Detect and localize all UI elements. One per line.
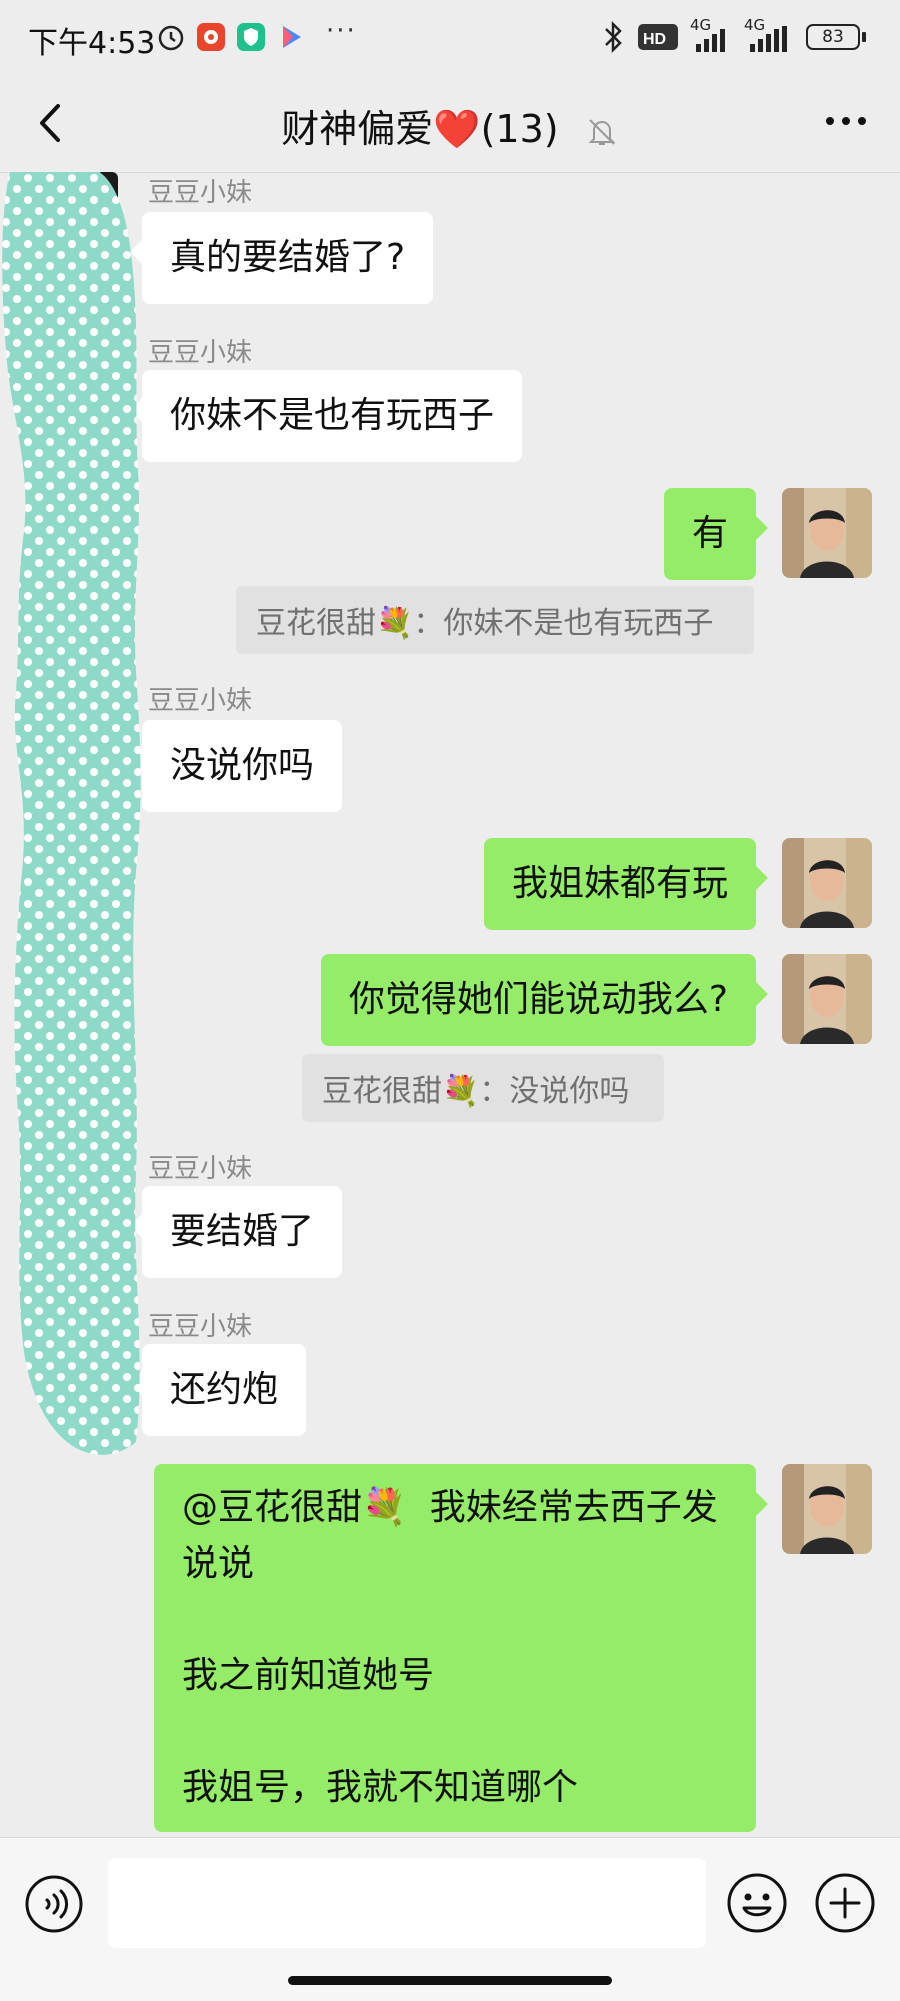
quoted-message[interactable]: 豆花很甜💐：你妹不是也有玩西子 (236, 586, 754, 654)
voice-icon[interactable] (24, 1874, 84, 1934)
chat-title-text: 财神偏爱❤️(13) (281, 107, 559, 151)
plus-icon[interactable] (814, 1872, 876, 1934)
sender-name: 豆豆小妹 (148, 686, 253, 716)
message-input[interactable] (108, 1858, 706, 1948)
battery-tip (862, 32, 866, 42)
status-time: 下午4:53 (28, 26, 156, 61)
sender-name: 豆豆小妹 (148, 338, 253, 368)
user-avatar-image (782, 954, 872, 1044)
bell-off-icon (588, 118, 616, 145)
message-bubble[interactable]: 没说你吗 (129, 720, 343, 812)
bluetooth-icon (605, 20, 622, 54)
message-bubble-outgoing[interactable]: @豆花很甜💐 我妹经常去西子发说说 我之前知道她号 我姐号，我就不知道哪个 (154, 1464, 768, 1832)
user-avatar-image (782, 838, 872, 928)
message-bubble[interactable]: 你妹不是也有玩西子 (129, 370, 523, 462)
redaction-overlay (2, 172, 141, 1455)
user-avatar-image (782, 1464, 872, 1554)
signal-icon-2 (750, 26, 787, 52)
more-notifications-icon: ··· (326, 16, 357, 46)
message-bubble[interactable]: 真的要结婚了? (129, 212, 434, 304)
avatar[interactable] (782, 1464, 872, 1554)
chat-title: 财神偏爱❤️(13) (0, 98, 900, 153)
hd-icon: HD (638, 24, 678, 50)
music-app-icon (197, 23, 225, 51)
signal-icon-1 (696, 29, 725, 52)
chat-header: 财神偏爱❤️(13) (0, 76, 900, 173)
status-bar: 下午4:53 ··· HD 4G 4G 83 (0, 0, 900, 76)
quoted-message[interactable]: 豆花很甜💐：没说你吗 (302, 1054, 664, 1122)
user-avatar-image (782, 488, 872, 578)
message-bubble-outgoing[interactable]: 我姐妹都有玩 (483, 838, 769, 930)
sender-name: 豆豆小妹 (148, 1154, 253, 1184)
avatar[interactable] (782, 488, 872, 578)
message-bubble[interactable]: 还约炮 (129, 1344, 307, 1436)
avatar[interactable] (782, 838, 872, 928)
chat-messages: 豆豆小妹 真的要结婚了? 豆豆小妹 你妹不是也有玩西子 有 豆花很甜💐：你妹不是… (0, 172, 900, 1837)
battery-icon: 83 (806, 24, 860, 50)
play-store-icon (283, 26, 301, 48)
sender-name: 豆豆小妹 (148, 1312, 253, 1342)
emoji-icon[interactable] (726, 1872, 788, 1934)
message-bubble[interactable]: 要结婚了 (129, 1186, 343, 1278)
shield-app-icon (237, 23, 265, 51)
home-indicator[interactable] (288, 1976, 612, 1985)
alarm-icon (158, 25, 184, 51)
message-bubble-outgoing[interactable]: 有 (663, 488, 769, 580)
avatar[interactable] (782, 954, 872, 1044)
battery-level: 83 (822, 27, 844, 47)
svg-text:HD: HD (643, 31, 666, 48)
more-dots-icon[interactable] (824, 106, 868, 136)
message-bubble-outgoing[interactable]: 你觉得她们能说动我么? (320, 954, 769, 1046)
sender-name: 豆豆小妹 (148, 178, 253, 208)
